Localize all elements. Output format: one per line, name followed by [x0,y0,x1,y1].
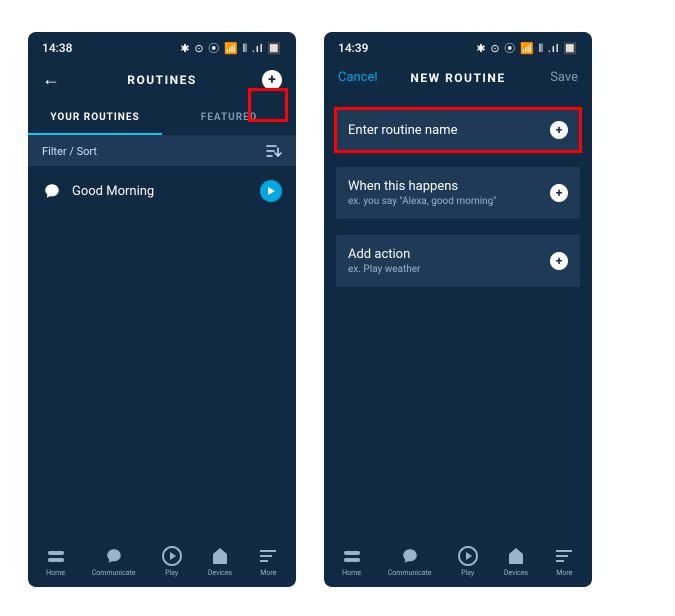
nav-devices[interactable]: Devices [504,545,528,577]
nav-communicate[interactable]: Communicate [388,545,432,577]
more-icon [553,545,575,567]
card-text: Add action ex. Play weather [348,247,420,275]
routines-screen: 14:38 ✱ ⊙ ⦿ 📶 ⫴ .ıl 🔲 ← ROUTINES + YOUR … [28,32,296,587]
add-routine-button[interactable]: + [262,70,282,90]
nav-label: Home [342,569,361,577]
status-time: 14:38 [42,41,72,55]
header-title: ROUTINES [28,73,296,87]
nav-devices[interactable]: Devices [208,545,232,577]
plus-icon: + [556,124,563,136]
card-title: When this happens [348,179,497,194]
routine-name: Good Morning [72,184,250,199]
nav-label: Devices [504,569,528,577]
nav-more[interactable]: More [553,545,575,577]
communicate-icon [103,545,125,567]
plus-icon: + [556,187,563,199]
nav-label: More [556,569,572,577]
enter-routine-name-row[interactable]: Enter routine name + [336,109,580,151]
nav-home[interactable]: Home [341,545,363,577]
filter-sort-bar[interactable]: Filter / Sort [28,136,296,166]
add-action-row[interactable]: Add action ex. Play weather + [336,235,580,287]
nav-label: More [260,569,276,577]
empty-space [324,295,592,539]
status-icons: ✱ ⊙ ⦿ 📶 ⫴ .ıl 🔲 [180,40,282,56]
add-action-button[interactable]: + [550,252,568,270]
card-title: Add action [348,247,420,262]
card-text: Enter routine name [348,123,457,138]
nav-play[interactable]: Play [457,545,479,577]
home-icon [45,545,67,567]
nav-label: Communicate [388,569,432,577]
header-bar: Cancel NEW ROUTINE Save [324,60,592,95]
nav-label: Play [461,569,474,577]
devices-icon [209,545,231,567]
filter-label: Filter / Sort [42,145,97,158]
play-icon [161,545,183,567]
bottom-nav: Home Communicate Play Devices More [28,539,296,587]
play-icon [457,545,479,567]
more-icon [257,545,279,567]
status-time: 14:39 [338,41,368,55]
communicate-icon [399,545,421,567]
card-title: Enter routine name [348,123,457,138]
sort-icon [266,144,282,158]
nav-label: Play [165,569,178,577]
add-name-button[interactable]: + [550,121,568,139]
nav-label: Devices [208,569,232,577]
status-icons: ✱ ⊙ ⦿ 📶 ⫴ .ıl 🔲 [476,40,578,56]
play-routine-button[interactable] [260,180,282,202]
header-bar: ← ROUTINES + [28,60,296,100]
plus-icon: + [268,73,276,87]
tab-featured[interactable]: FEATURED [162,100,296,135]
card-text: When this happens ex. you say "Alexa, go… [348,179,497,207]
cancel-button[interactable]: Cancel [338,70,378,85]
empty-space [28,216,296,539]
save-button[interactable]: Save [550,70,578,85]
card-subtitle: ex. Play weather [348,264,420,275]
speech-bubble-icon [42,181,62,201]
new-routine-screen: 14:39 ✱ ⊙ ⦿ 📶 ⫴ .ıl 🔲 Cancel NEW ROUTINE… [324,32,592,587]
status-bar: 14:38 ✱ ⊙ ⦿ 📶 ⫴ .ıl 🔲 [28,32,296,60]
tabs: YOUR ROUTINES FEATURED [28,100,296,136]
nav-more[interactable]: More [257,545,279,577]
routine-row[interactable]: Good Morning [28,166,296,216]
add-trigger-button[interactable]: + [550,184,568,202]
when-this-happens-row[interactable]: When this happens ex. you say "Alexa, go… [336,167,580,219]
spacer [324,95,592,101]
plus-icon: + [556,255,563,267]
nav-home[interactable]: Home [45,545,67,577]
devices-icon [505,545,527,567]
tab-your-routines[interactable]: YOUR ROUTINES [28,100,162,135]
bottom-nav: Home Communicate Play Devices More [324,539,592,587]
card-subtitle: ex. you say "Alexa, good morning" [348,196,497,207]
home-icon [341,545,363,567]
nav-communicate[interactable]: Communicate [92,545,136,577]
status-bar: 14:39 ✱ ⊙ ⦿ 📶 ⫴ .ıl 🔲 [324,32,592,60]
nav-label: Home [46,569,65,577]
nav-label: Communicate [92,569,136,577]
back-arrow-icon[interactable]: ← [42,71,60,89]
nav-play[interactable]: Play [161,545,183,577]
